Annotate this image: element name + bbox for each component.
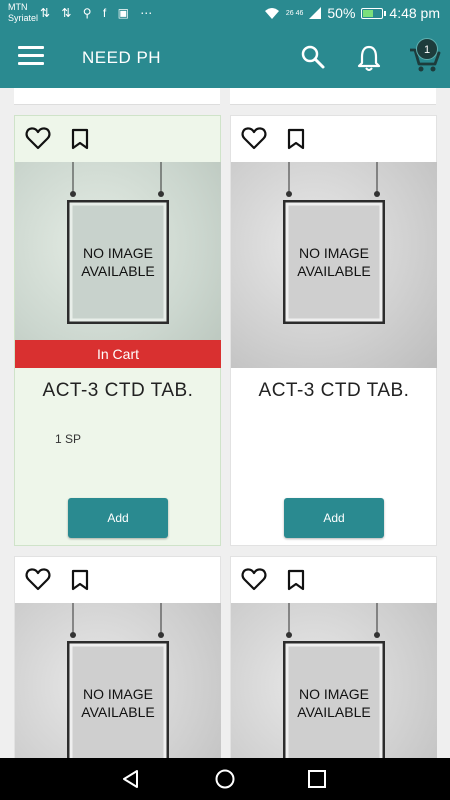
back-icon[interactable]	[120, 768, 142, 790]
product-grid: NO IMAGE AVAILABLE In Cart ACT-3 CTD TAB…	[0, 88, 450, 758]
product-card[interactable]: NO IMAGE AVAILABLE In Cart ACT-3 CTD TAB…	[14, 115, 221, 546]
carrier-1: MTN	[8, 2, 28, 12]
product-name: ACT-3 CTD TAB.	[42, 380, 194, 401]
product-price: 1 SP	[55, 432, 82, 446]
clock: 4:48 pm	[389, 5, 440, 21]
heart-icon[interactable]	[241, 126, 267, 150]
bookmark-icon[interactable]	[71, 569, 89, 591]
signal-icon	[309, 7, 322, 19]
wifi-icon	[264, 7, 279, 19]
app-bar: NEED PH 1	[0, 28, 450, 88]
picture-frame-illustration	[67, 603, 169, 758]
carrier-2: Syriatel	[8, 13, 39, 23]
previous-card-edge	[14, 88, 220, 105]
heart-icon[interactable]	[241, 567, 267, 591]
product-image-placeholder: NO IMAGE AVAILABLE	[15, 603, 221, 758]
product-card[interactable]: NO IMAGE AVAILABLE	[230, 556, 437, 758]
app-title: NEED PH	[82, 48, 162, 67]
no-image-text: NO IMAGE AVAILABLE	[81, 686, 155, 720]
carrier-names: MTN Syriatel	[8, 2, 38, 24]
bookmark-icon[interactable]	[71, 128, 89, 150]
battery-icon	[361, 7, 387, 19]
product-image-placeholder: NO IMAGE AVAILABLE	[231, 162, 437, 368]
cart-count-badge: 1	[416, 38, 438, 60]
product-image-placeholder: NO IMAGE AVAILABLE	[15, 162, 221, 368]
product-card[interactable]: NO IMAGE AVAILABLE	[14, 556, 221, 758]
status-bar: MTN Syriatel ⇅ ⇅ ⚲ f ▣ ⋯ 26 46 50% 4:48 …	[0, 0, 450, 28]
add-button[interactable]: Add	[68, 498, 168, 538]
add-button[interactable]: Add	[284, 498, 384, 538]
notification-icons: ⇅ ⇅ ⚲ f ▣ ⋯	[40, 6, 157, 20]
picture-frame-illustration	[283, 603, 385, 758]
network-indicator: 26 46	[285, 9, 304, 17]
product-name: ACT-3 CTD TAB.	[258, 380, 410, 401]
no-image-text: NO IMAGE AVAILABLE	[297, 686, 371, 720]
system-nav-bar	[0, 758, 450, 800]
bell-icon[interactable]	[356, 44, 382, 72]
heart-icon[interactable]	[25, 126, 51, 150]
status-right: 26 46 50% 4:48 pm	[264, 5, 440, 21]
home-icon[interactable]	[214, 768, 236, 790]
battery-percent: 50%	[327, 5, 356, 21]
menu-icon[interactable]	[18, 46, 44, 70]
no-image-text: NO IMAGE AVAILABLE	[81, 245, 155, 279]
bookmark-icon[interactable]	[287, 569, 305, 591]
product-card[interactable]: NO IMAGE AVAILABLE ACT-3 CTD TAB. Add	[230, 115, 437, 546]
previous-card-edge	[230, 88, 436, 105]
no-image-text: NO IMAGE AVAILABLE	[297, 245, 371, 279]
product-image-placeholder: NO IMAGE AVAILABLE	[231, 603, 437, 758]
in-cart-label: In Cart	[15, 340, 221, 368]
search-icon[interactable]	[300, 44, 326, 70]
heart-icon[interactable]	[25, 567, 51, 591]
recents-icon[interactable]	[306, 768, 328, 790]
bookmark-icon[interactable]	[287, 128, 305, 150]
